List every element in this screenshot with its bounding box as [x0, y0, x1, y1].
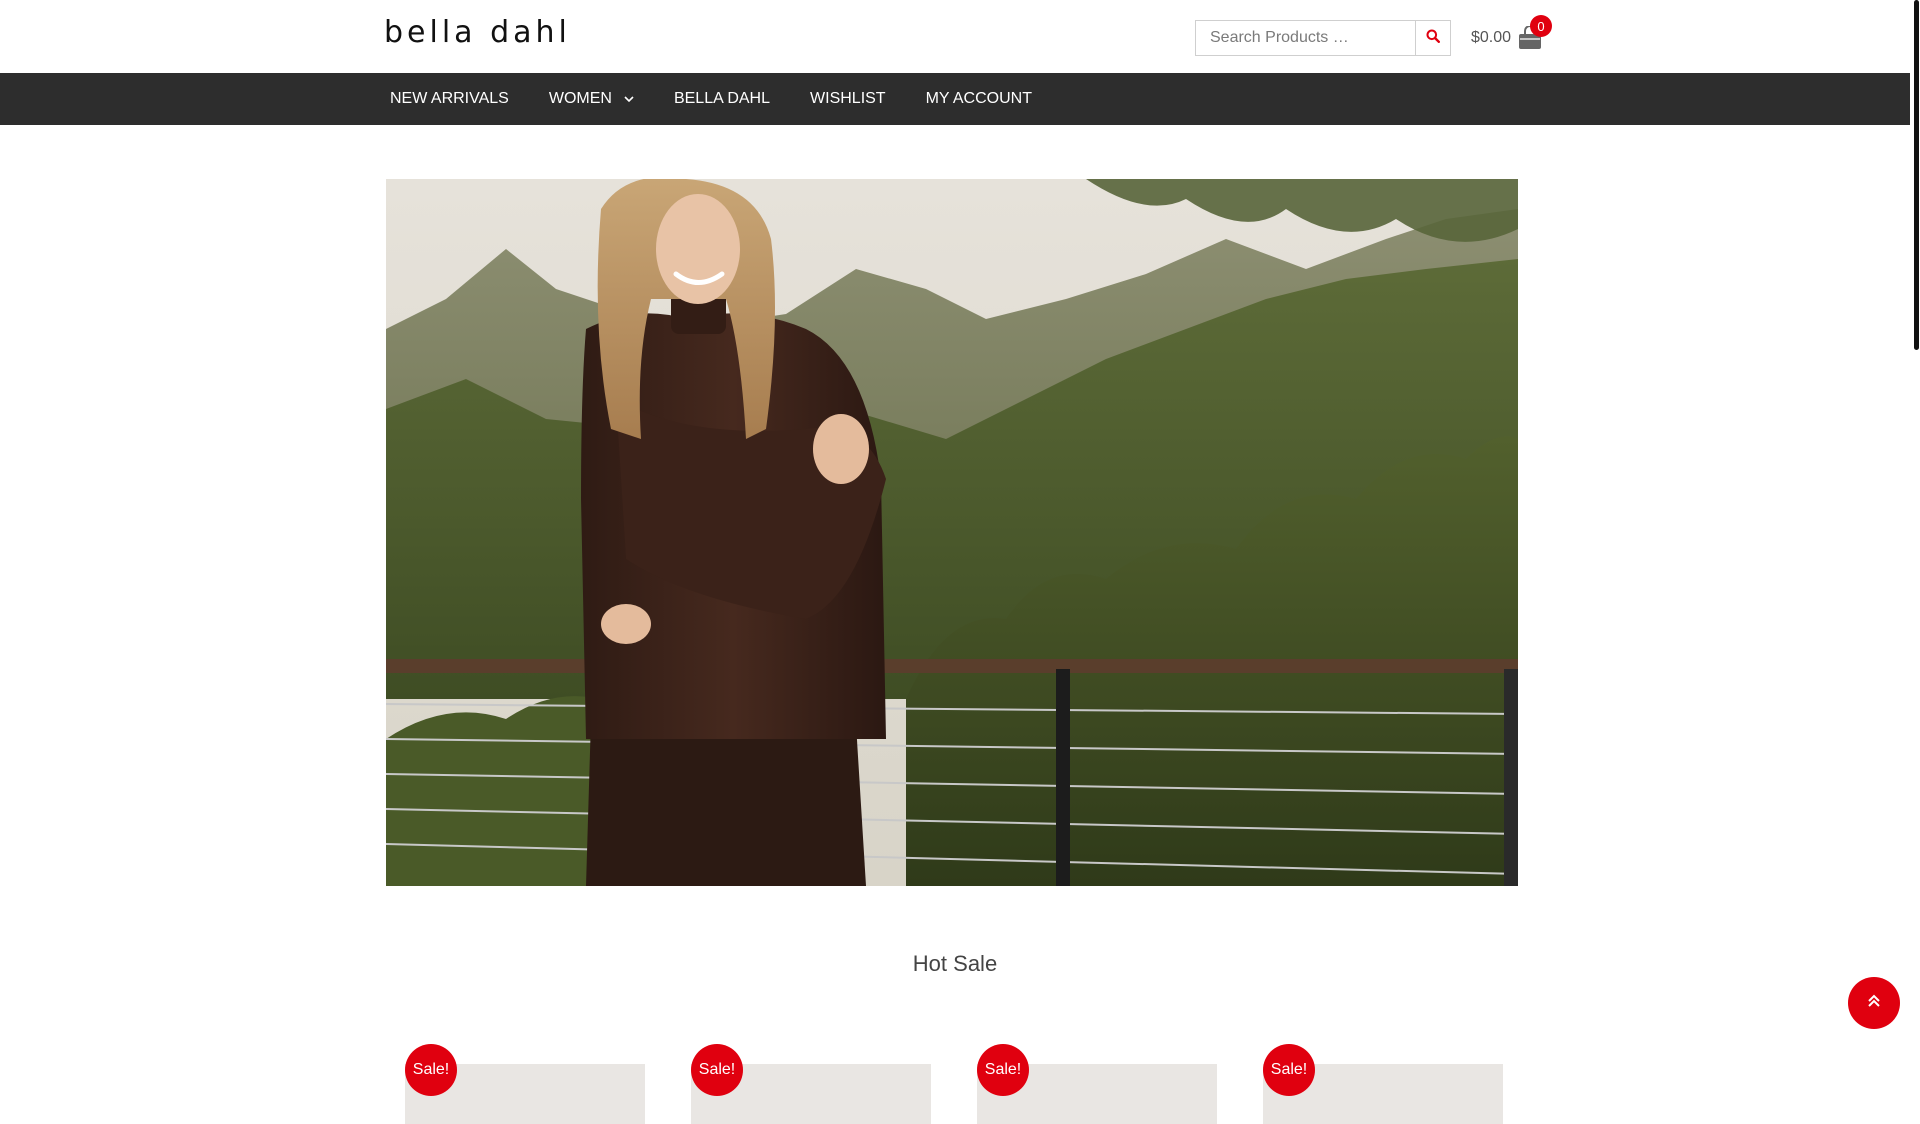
- nav-item-label: WISHLIST: [810, 90, 886, 107]
- search-button[interactable]: [1415, 20, 1451, 56]
- nav-item-wishlist[interactable]: WISHLIST: [790, 73, 906, 125]
- nav-item-new-arrivals[interactable]: NEW ARRIVALS: [370, 73, 529, 125]
- site-header: bella dahl $0.00 0: [0, 0, 1910, 73]
- search-input[interactable]: [1195, 20, 1415, 56]
- site-logo[interactable]: bella dahl: [384, 18, 571, 48]
- chevron-down-icon: [624, 95, 634, 103]
- nav-item-my-account[interactable]: MY ACCOUNT: [906, 73, 1052, 125]
- search-icon: [1426, 29, 1441, 48]
- nav-item-label: MY ACCOUNT: [925, 90, 1032, 107]
- nav-item-women[interactable]: WOMEN: [529, 73, 654, 125]
- page-scrollbar[interactable]: [1910, 0, 1920, 1080]
- sale-badge: Sale!: [1263, 1044, 1315, 1096]
- nav-item-label: BELLA DAHL: [673, 90, 771, 107]
- sale-badge: Sale!: [977, 1044, 1029, 1096]
- nav-item-label: NEW ARRIVALS: [390, 90, 509, 107]
- nav-menu: NEW ARRIVALS WOMEN BELLA DAHL WISHLIST M…: [370, 73, 1052, 125]
- cart-count-badge: 0: [1530, 15, 1552, 37]
- search-form: [1195, 20, 1451, 56]
- back-to-top-button[interactable]: [1848, 977, 1900, 1029]
- nav-item-bella-dahl[interactable]: BELLA DAHL: [654, 73, 790, 125]
- double-chevron-up-icon: [1867, 993, 1881, 1014]
- sale-badge: Sale!: [405, 1044, 457, 1096]
- hot-sale-title: Hot Sale: [912, 951, 998, 976]
- scrollbar-thumb[interactable]: [1914, 0, 1919, 350]
- sale-badge: Sale!: [691, 1044, 743, 1096]
- nav-item-label: WOMEN: [548, 90, 612, 107]
- main-navigation: NEW ARRIVALS WOMEN BELLA DAHL WISHLIST M…: [0, 73, 1910, 125]
- cart-total: $0.00: [1471, 29, 1512, 46]
- hero-banner-image: [386, 179, 1518, 886]
